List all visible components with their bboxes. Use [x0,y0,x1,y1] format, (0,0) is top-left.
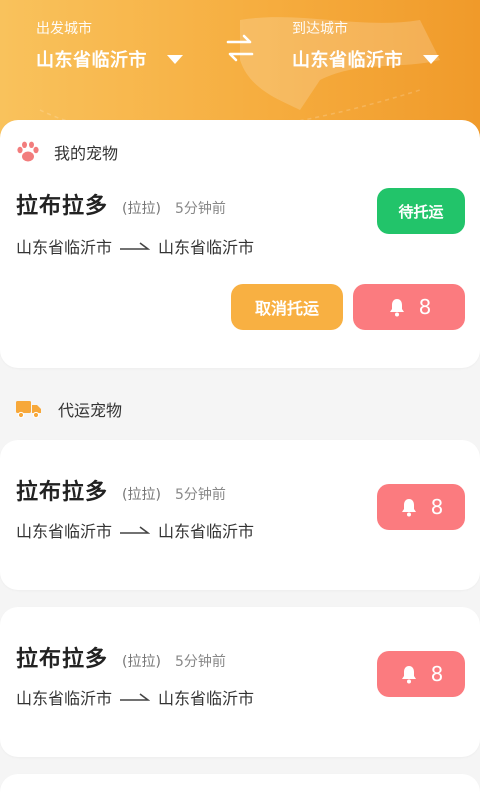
route-arrow-icon [120,693,151,701]
arrival-city-label: 到达城市 [292,21,348,37]
route-from: 山东省临沂市 [16,522,113,541]
my-pets-title: 我的宠物 [54,144,119,163]
my-pets-header: 我的宠物 [16,140,118,164]
pet-name: 拉布拉多 [16,194,109,219]
truck-icon [16,401,41,419]
caret-down-icon [423,54,439,64]
route-from: 山东省临沂市 [16,689,113,708]
pet-info: 拉布拉多 (拉拉) 5分钟前 [16,474,226,506]
caret-down-icon [167,54,183,64]
departure-city-label: 出发城市 [36,21,92,37]
pet-nickname: (拉拉) [122,487,161,503]
arrival-city-value: 山东省临沂市 [292,50,403,71]
pet-time: 5分钟前 [174,201,226,217]
proxy-pets-header: 代运宠物 [16,397,122,421]
route-arrow-icon [120,242,151,250]
proxy-pets-title: 代运宠物 [58,401,123,420]
pet-route: 山东省临沂市 山东省临沂市 [16,518,254,542]
notification-button[interactable]: 8 [377,484,465,530]
bell-icon [401,666,416,684]
notification-count: 8 [418,295,432,319]
arrival-city-selector[interactable]: 到达城市 山东省临沂市 [292,18,439,72]
pet-name: 拉布拉多 [16,647,109,672]
proxy-pet-card[interactable]: 拉布拉多 (拉拉) 5分钟前 山东省临沂市 山东省临沂市 8 [0,440,480,590]
paw-icon [17,141,39,162]
departure-city-selector[interactable]: 出发城市 山东省临沂市 [36,18,183,72]
pet-route: 山东省临沂市 山东省临沂市 [16,685,254,709]
pet-nickname: (拉拉) [122,201,161,217]
pet-info: 拉布拉多 (拉拉) 5分钟前 [16,188,226,220]
notification-button[interactable]: 8 [353,284,465,330]
proxy-pet-card-partial[interactable] [0,774,480,800]
bell-icon [401,499,416,517]
route-arrow-icon [120,526,151,534]
pet-info: 拉布拉多 (拉拉) 5分钟前 [16,641,226,673]
proxy-pet-card[interactable]: 拉布拉多 (拉拉) 5分钟前 山东省临沂市 山东省临沂市 8 [0,607,480,757]
pet-nickname: (拉拉) [122,654,161,670]
pet-name: 拉布拉多 [16,480,109,505]
route-from: 山东省临沂市 [16,238,113,257]
notification-count: 8 [430,662,444,686]
route-to: 山东省临沂市 [158,522,255,541]
notification-button[interactable]: 8 [377,651,465,697]
route-to: 山东省临沂市 [158,238,255,257]
status-badge[interactable]: 待托运 [377,188,465,234]
route-to: 山东省临沂市 [158,689,255,708]
notification-count: 8 [430,495,444,519]
departure-city-value: 山东省临沂市 [36,50,147,71]
pet-time: 5分钟前 [174,654,226,670]
pet-time: 5分钟前 [174,487,226,503]
bell-icon [389,299,404,317]
cancel-shipping-button[interactable]: 取消托运 [231,284,343,330]
swap-icon[interactable] [222,30,258,66]
my-pets-card: 我的宠物 拉布拉多 (拉拉) 5分钟前 山东省临沂市 山东省临沂市 待托运 取消… [0,120,480,368]
pet-route: 山东省临沂市 山东省临沂市 [16,234,254,258]
